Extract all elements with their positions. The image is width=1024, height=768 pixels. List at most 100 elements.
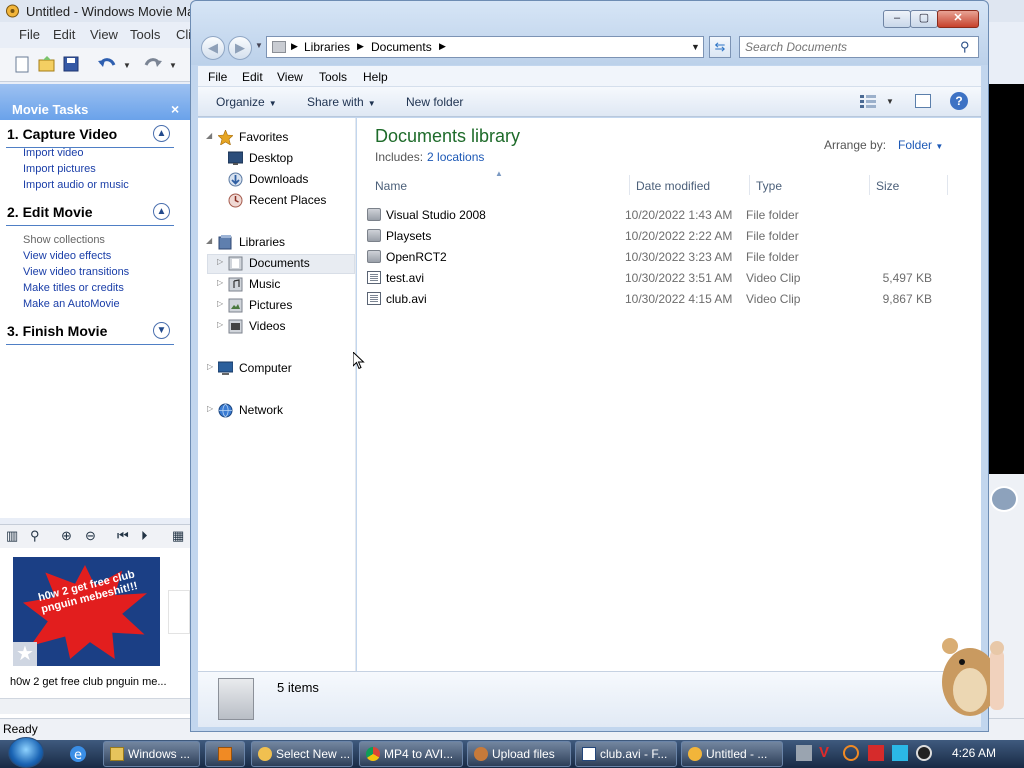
tray-flag-icon[interactable] bbox=[868, 745, 884, 761]
display-icon[interactable] bbox=[892, 745, 908, 761]
breadcrumb-libraries[interactable]: Libraries bbox=[304, 40, 350, 54]
clip-caption[interactable]: h0w 2 get free club pnguin me... bbox=[10, 676, 167, 688]
magnify-icon[interactable]: ⚲ bbox=[30, 528, 40, 544]
column-divider[interactable] bbox=[749, 175, 750, 195]
rewind-icon[interactable]: ⏮ bbox=[117, 528, 129, 544]
breadcrumb-arrow-icon[interactable]: ▶ bbox=[291, 41, 298, 52]
clock[interactable]: 4:26 AM bbox=[952, 746, 996, 760]
import-pictures-link[interactable]: Import pictures bbox=[23, 163, 96, 175]
nav-recent-places[interactable]: Recent Places bbox=[198, 191, 348, 211]
expand-icon[interactable]: ▼ bbox=[153, 322, 170, 339]
nav-downloads[interactable]: Downloads bbox=[198, 170, 348, 190]
taskbar-explorer[interactable]: Windows ... bbox=[103, 741, 200, 767]
column-divider[interactable] bbox=[947, 175, 948, 195]
section-capture-video[interactable]: 1. Capture Video ▲ bbox=[6, 125, 174, 148]
expanded-arrow-icon[interactable]: ◢ bbox=[206, 236, 212, 245]
camera-icon[interactable] bbox=[990, 486, 1018, 512]
collapsed-arrow-icon[interactable]: ▷ bbox=[207, 362, 213, 371]
close-button[interactable]: ✕ bbox=[937, 10, 979, 28]
menu-help[interactable]: Help bbox=[363, 70, 388, 84]
column-divider[interactable] bbox=[629, 175, 630, 195]
view-options-dropdown-icon[interactable]: ▼ bbox=[886, 97, 894, 106]
taskbar-media[interactable] bbox=[205, 741, 245, 767]
undo-dropdown-icon[interactable]: ▼ bbox=[123, 61, 131, 70]
maximize-button[interactable]: ▢ bbox=[910, 10, 938, 28]
locations-link[interactable]: 2 locations bbox=[427, 150, 484, 164]
search-box[interactable]: ⚲ bbox=[739, 36, 979, 58]
recent-pages-dropdown-icon[interactable]: ▼ bbox=[255, 41, 263, 50]
nav-favorites[interactable]: ◢ Favorites bbox=[198, 128, 348, 148]
close-icon[interactable]: × bbox=[171, 101, 179, 117]
storyboard-icon[interactable]: ▥ bbox=[6, 528, 18, 544]
search-input[interactable] bbox=[745, 40, 955, 54]
play-icon[interactable]: ⏵ bbox=[141, 528, 148, 544]
nav-computer[interactable]: ▷ Computer bbox=[198, 359, 348, 379]
search-icon[interactable]: ⚲ bbox=[960, 39, 970, 55]
volume-icon[interactable] bbox=[916, 745, 932, 761]
nav-desktop[interactable]: Desktop bbox=[198, 149, 348, 169]
collapsed-arrow-icon[interactable]: ▷ bbox=[217, 299, 223, 308]
column-header-size[interactable]: Size bbox=[876, 179, 899, 193]
menu-file[interactable]: File bbox=[208, 70, 227, 84]
help-icon[interactable]: ? bbox=[950, 92, 968, 110]
search-tray-icon[interactable] bbox=[843, 745, 859, 761]
organize-button[interactable]: Organize ▼ bbox=[216, 95, 277, 109]
start-button[interactable] bbox=[8, 737, 44, 768]
taskbar-upload-files[interactable]: Upload files bbox=[467, 741, 571, 767]
change-view-icon[interactable] bbox=[860, 94, 876, 108]
preview-pane-icon[interactable] bbox=[915, 94, 931, 108]
file-row[interactable]: test.avi 10/30/2022 3:51 AM Video Clip 5… bbox=[367, 268, 965, 288]
antivirus-icon[interactable]: V bbox=[819, 745, 835, 761]
minimize-button[interactable]: – bbox=[883, 10, 911, 28]
file-row[interactable]: OpenRCT2 10/30/2022 3:23 AM File folder bbox=[367, 247, 965, 267]
collection-scrollbar[interactable] bbox=[0, 698, 190, 714]
expanded-arrow-icon[interactable]: ◢ bbox=[206, 131, 212, 140]
address-dropdown-icon[interactable]: ▼ bbox=[691, 42, 700, 52]
address-bar[interactable]: ▶ Libraries ▶ Documents ▶ ▼ bbox=[266, 36, 704, 58]
zoom-out-icon[interactable]: ⊖ bbox=[85, 528, 96, 544]
new-folder-button[interactable]: New folder bbox=[406, 95, 463, 109]
redo-dropdown-icon[interactable]: ▼ bbox=[169, 61, 177, 70]
mm-menu-file[interactable]: File bbox=[19, 27, 40, 42]
mm-menu-edit[interactable]: Edit bbox=[53, 27, 75, 42]
file-row[interactable]: Playsets 10/20/2022 2:22 AM File folder bbox=[367, 226, 965, 246]
column-header-type[interactable]: Type bbox=[756, 179, 782, 193]
nav-videos[interactable]: ▷ Videos bbox=[198, 317, 348, 337]
arrange-by-dropdown[interactable]: Folder ▼ bbox=[898, 138, 943, 152]
mm-menu-clip[interactable]: Cli bbox=[176, 27, 191, 42]
collapsed-arrow-icon[interactable]: ▷ bbox=[217, 257, 223, 266]
view-video-effects-link[interactable]: View video effects bbox=[23, 250, 111, 262]
make-automovie-link[interactable]: Make an AutoMovie bbox=[23, 298, 120, 310]
menu-tools[interactable]: Tools bbox=[319, 70, 347, 84]
nav-pictures[interactable]: ▷ Pictures bbox=[198, 296, 348, 316]
column-header-name[interactable]: Name bbox=[375, 179, 407, 193]
open-project-icon[interactable] bbox=[38, 56, 56, 72]
column-divider[interactable] bbox=[869, 175, 870, 195]
redo-icon[interactable] bbox=[143, 56, 163, 72]
collapsed-arrow-icon[interactable]: ▷ bbox=[217, 278, 223, 287]
refresh-button[interactable]: ⇆ bbox=[709, 36, 731, 58]
tray-app-icon[interactable] bbox=[796, 745, 812, 761]
forward-button[interactable]: ▶ bbox=[228, 36, 252, 60]
undo-icon[interactable] bbox=[97, 56, 117, 72]
nav-libraries[interactable]: ◢ Libraries bbox=[198, 233, 348, 253]
collapsed-arrow-icon[interactable]: ▷ bbox=[207, 404, 213, 413]
import-audio-link[interactable]: Import audio or music bbox=[23, 179, 129, 191]
breadcrumb-arrow-icon[interactable]: ▶ bbox=[439, 41, 446, 52]
breadcrumb-arrow-icon[interactable]: ▶ bbox=[357, 41, 364, 52]
back-button[interactable]: ◀ bbox=[201, 36, 225, 60]
collapse-icon[interactable]: ▲ bbox=[153, 203, 170, 220]
make-titles-link[interactable]: Make titles or credits bbox=[23, 282, 124, 294]
menu-edit[interactable]: Edit bbox=[242, 70, 263, 84]
taskbar-select-new[interactable]: Select New ... bbox=[251, 741, 353, 767]
breadcrumb-documents[interactable]: Documents bbox=[371, 40, 432, 54]
taskbar-club-avi[interactable]: club.avi - F... bbox=[575, 741, 677, 767]
menu-view[interactable]: View bbox=[277, 70, 303, 84]
share-with-button[interactable]: Share with ▼ bbox=[307, 95, 376, 109]
section-edit-movie[interactable]: 2. Edit Movie ▲ bbox=[6, 203, 174, 226]
collapse-icon[interactable]: ▲ bbox=[153, 125, 170, 142]
import-video-link[interactable]: Import video bbox=[23, 147, 84, 159]
save-icon[interactable] bbox=[63, 56, 79, 72]
taskbar-movie-maker[interactable]: Untitled - ... bbox=[681, 741, 783, 767]
collapsed-arrow-icon[interactable]: ▷ bbox=[217, 320, 223, 329]
